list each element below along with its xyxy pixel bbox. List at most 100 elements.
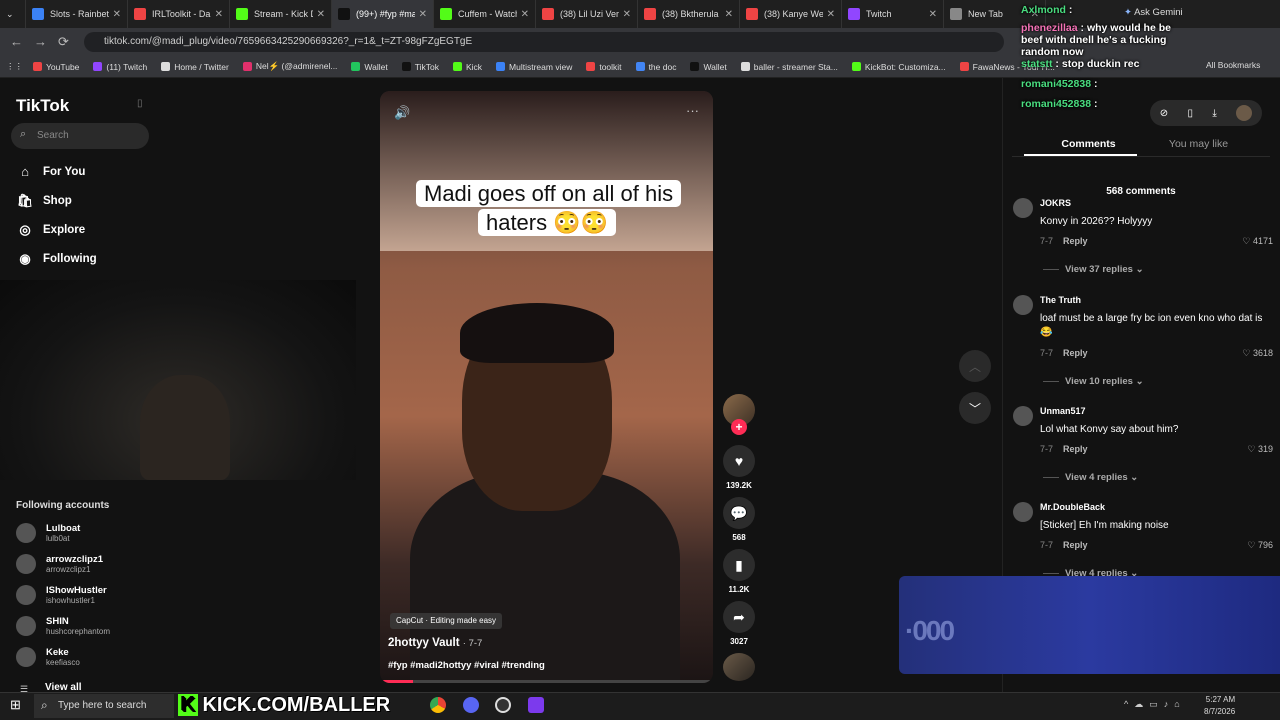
user-avatar[interactable] [1236, 105, 1253, 121]
previous-video-button[interactable]: ︿ [959, 350, 991, 382]
nav-explore[interactable]: ◎ Explore [16, 222, 85, 238]
bookmark-item[interactable]: toolkit [586, 62, 622, 72]
bookmark-item[interactable]: KickBot: Customiza... [851, 62, 946, 72]
like-button[interactable]: ♥ 139.2K [722, 445, 756, 490]
save-button[interactable]: ▮ 11.2K [722, 549, 756, 594]
following-account[interactable]: arrowzclipz1 arrowzclipz1 [16, 554, 103, 574]
comment-likes[interactable]: ♡ 796 [1247, 540, 1273, 551]
bookmark-item[interactable]: TikTok [401, 62, 439, 72]
nav-for-you[interactable]: ⌂ For You [16, 164, 85, 179]
more-options-icon[interactable]: ··· [686, 103, 699, 118]
comment-likes[interactable]: ♡ 4171 [1242, 236, 1273, 247]
view-replies-button[interactable]: View 37 replies ⌄ [1043, 264, 1144, 275]
tab-close-icon[interactable]: ✕ [827, 9, 835, 20]
sound-icon[interactable]: 🔊 [394, 105, 410, 121]
reply-button[interactable]: Reply [1063, 236, 1088, 246]
app-grid-icon[interactable] [528, 697, 544, 713]
browser-tab[interactable]: Slots - Rainbet ✕ [26, 0, 128, 28]
nav-following[interactable]: ◉ Following [16, 251, 96, 267]
windows-start-icon[interactable]: ⊞ [10, 697, 21, 713]
apps-icon[interactable]: ⋮⋮ [6, 61, 23, 72]
download-icon[interactable]: ⤓ [1212, 108, 1216, 119]
comment-username[interactable]: Mr.DoubleBack [1040, 502, 1105, 512]
following-account[interactable]: Keke keefiasco [16, 647, 80, 667]
link-icon[interactable]: ⊘ [1160, 108, 1168, 119]
comment-username[interactable]: Unman517 [1040, 406, 1086, 416]
browser-tab[interactable]: IRLToolkit - Da ✕ [128, 0, 230, 28]
reload-icon[interactable]: ⟳ [58, 34, 69, 50]
discord-icon[interactable] [463, 697, 479, 713]
bookmark-item[interactable]: YouTube [33, 62, 79, 72]
bookmark-item[interactable]: (11) Twitch [93, 62, 147, 72]
address-bar[interactable]: tiktok.com/@madi_plug/video/765966342529… [84, 32, 1004, 52]
device-icon[interactable]: ▯ [1188, 108, 1194, 119]
tab-close-icon[interactable]: ✕ [521, 9, 529, 20]
browser-tab[interactable]: (38) Lil Uzi Vert ✕ [536, 0, 638, 28]
forward-icon[interactable]: → [34, 34, 47, 49]
comment-username[interactable]: JOKRS [1040, 198, 1071, 208]
nav-shop[interactable]: 🛍 Shop [16, 193, 72, 209]
bookmark-item[interactable]: Multistream view [496, 62, 572, 72]
comment-username[interactable]: The Truth [1040, 295, 1081, 305]
reply-button[interactable]: Reply [1063, 540, 1088, 550]
tiktok-logo[interactable]: TikTok [16, 96, 69, 116]
bookmark-item[interactable]: Kick [452, 62, 482, 72]
browser-tab[interactable]: (38) Bktherula ✕ [638, 0, 740, 28]
avatar[interactable] [1013, 295, 1033, 315]
tab-close-icon[interactable]: ✕ [419, 9, 427, 20]
collapse-sidebar-icon[interactable]: ▯ [137, 98, 143, 109]
avatar[interactable] [1013, 502, 1033, 522]
following-account[interactable]: IShowHustler ishowhustler1 [16, 585, 107, 605]
taskbar-clock[interactable]: 5:27 AM 8/7/2026 [1204, 694, 1235, 718]
comment-likes[interactable]: ♡ 319 [1247, 444, 1273, 455]
bookmark-item[interactable]: baller - streamer Sta... [740, 62, 838, 72]
view-replies-button[interactable]: View 4 replies ⌄ [1043, 472, 1138, 483]
bookmark-item[interactable]: the doc [635, 62, 676, 72]
ask-gemini-button[interactable]: ✦ Ask Gemini [1124, 7, 1183, 18]
search-input[interactable]: ⌕ Search [11, 123, 149, 149]
video-author[interactable]: 2hottyy Vault · 7-7 [388, 637, 482, 649]
system-tray-icons[interactable]: ^☁▭♪⌂ [1124, 699, 1186, 710]
browser-tab[interactable]: Stream - Kick D ✕ [230, 0, 332, 28]
bookmark-item[interactable]: Nel⚡ (@admirenel... [242, 61, 337, 72]
taskbar-search[interactable]: ⌕ Type here to search [34, 694, 174, 718]
tab-close-icon[interactable]: ✕ [317, 9, 325, 20]
music-disc-avatar[interactable] [723, 653, 755, 681]
reply-button[interactable]: Reply [1063, 348, 1088, 358]
follow-plus-icon[interactable]: + [731, 419, 747, 435]
bookmark-item[interactable]: Wallet [690, 62, 727, 72]
video-player[interactable]: Madi goes off on all of his haters 😳😳 🔊 … [380, 91, 713, 683]
video-progress-bar[interactable] [380, 680, 713, 683]
obs-icon[interactable] [495, 697, 511, 713]
following-account[interactable]: Lulboat lulb0at [16, 523, 80, 543]
tab-comments[interactable]: Comments [1040, 138, 1137, 150]
tab-close-icon[interactable]: ✕ [623, 9, 631, 20]
tab-close-icon[interactable]: ✕ [929, 9, 937, 20]
browser-tab[interactable]: (38) Kanye We ✕ [740, 0, 842, 28]
all-bookmarks[interactable]: All Bookmarks [1206, 60, 1260, 70]
bookmark-item[interactable]: Wallet [351, 62, 388, 72]
share-button[interactable]: ➦ 3027 [722, 601, 756, 646]
next-video-button[interactable]: ﹀ [959, 392, 991, 424]
comment-likes[interactable]: ♡ 3618 [1242, 348, 1273, 359]
following-account[interactable]: SHIN hushcorephantom [16, 616, 110, 636]
tab-close-icon[interactable]: ✕ [725, 9, 733, 20]
tab-close-icon[interactable]: ✕ [215, 9, 223, 20]
browser-tab[interactable]: Cuffem - Watch ✕ [434, 0, 536, 28]
browser-tab[interactable]: (99+) #fyp #ma ✕ [332, 0, 434, 28]
comment-button[interactable]: 💬 568 [722, 497, 756, 542]
comment-meta: 7-7 Reply [1040, 348, 1088, 358]
avatar[interactable] [1013, 406, 1033, 426]
chrome-icon[interactable] [430, 697, 446, 713]
browser-tab[interactable]: Twitch ✕ [842, 0, 944, 28]
tab-close-icon[interactable]: ✕ [113, 9, 121, 20]
tab-you-may-like[interactable]: You may like [1150, 138, 1247, 150]
capcut-badge[interactable]: CapCut · Editing made easy [390, 613, 503, 629]
avatar[interactable] [1013, 198, 1033, 218]
tab-search-icon[interactable]: ⌄ [0, 0, 26, 28]
view-replies-button[interactable]: View 10 replies ⌄ [1043, 376, 1144, 387]
bookmark-item[interactable]: Home / Twitter [161, 62, 229, 72]
video-hashtags[interactable]: #fyp #madi2hottyy #viral #trending [388, 660, 545, 671]
reply-button[interactable]: Reply [1063, 444, 1088, 454]
back-icon[interactable]: ← [10, 34, 23, 49]
